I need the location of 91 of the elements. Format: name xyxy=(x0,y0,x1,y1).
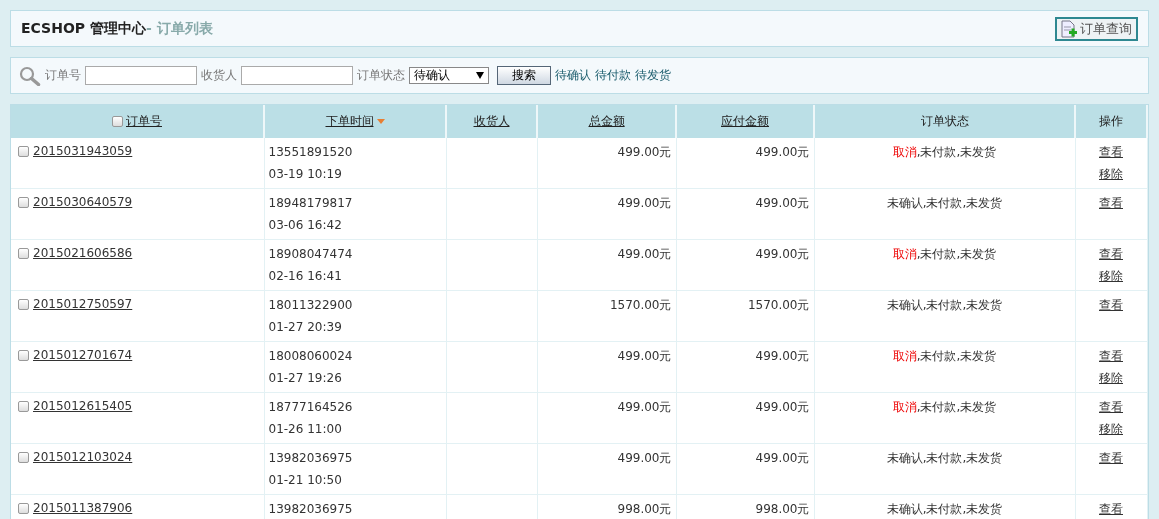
order-number-link[interactable]: 2015012103024 xyxy=(33,450,133,464)
action-link[interactable]: 查看 xyxy=(1099,451,1123,465)
row-checkbox[interactable] xyxy=(18,349,29,361)
payable-amount: 499.00元 xyxy=(755,247,810,261)
phone-number: 13982036975 xyxy=(268,501,354,518)
action-link[interactable]: 查看 xyxy=(1099,145,1123,159)
order-time: 01-27 20:39 xyxy=(268,319,343,336)
order-number-link[interactable]: 2015012701674 xyxy=(33,348,133,362)
column-header[interactable]: 下单时间 xyxy=(264,105,446,138)
order-number-link[interactable]: 2015011387906 xyxy=(33,501,133,515)
phone-number: 18011322900 xyxy=(268,297,354,314)
order-time: 03-06 16:42 xyxy=(268,217,343,234)
action-link[interactable]: 移除 xyxy=(1099,422,1123,436)
column-header[interactable]: 应付金额 xyxy=(676,105,814,138)
consignee-field[interactable] xyxy=(241,66,353,85)
payable-amount: 499.00元 xyxy=(755,451,810,465)
order-time: 01-21 10:50 xyxy=(268,472,343,489)
order-query-button[interactable]: 订单查询 xyxy=(1055,16,1138,41)
action-link[interactable]: 移除 xyxy=(1099,269,1123,283)
order-status: 取消,未付款,未发货 xyxy=(892,145,997,159)
row-checkbox[interactable] xyxy=(18,400,29,412)
row-checkbox[interactable] xyxy=(18,145,29,157)
total-amount: 499.00元 xyxy=(617,196,672,210)
payable-amount: 499.00元 xyxy=(755,196,810,210)
page-subtitle: - 订单列表 xyxy=(145,19,213,36)
row-checkbox[interactable] xyxy=(18,196,29,208)
page-title: ECSHOP 管理中心 xyxy=(21,19,146,36)
action-link[interactable]: 查看 xyxy=(1099,400,1123,414)
select-all-checkbox[interactable] xyxy=(112,116,123,127)
row-checkbox[interactable] xyxy=(18,247,29,259)
order-time: 03-19 10:19 xyxy=(268,166,343,183)
order-status-label: 订单状态 xyxy=(357,67,405,84)
payable-amount: 499.00元 xyxy=(755,400,810,414)
action-link[interactable]: 查看 xyxy=(1099,298,1123,312)
order-number-label: 订单号 xyxy=(45,67,81,84)
total-amount: 499.00元 xyxy=(617,400,672,414)
phone-number: 18008060024 xyxy=(268,348,354,365)
action-link[interactable]: 查看 xyxy=(1099,247,1123,261)
order-number-link[interactable]: 2015012615405 xyxy=(33,399,133,413)
phone-number: 13982036975 xyxy=(268,450,354,467)
consignee-label: 收货人 xyxy=(201,67,237,84)
column-header: 订单状态 xyxy=(814,105,1075,138)
payable-amount: 998.00元 xyxy=(755,502,810,516)
action-link[interactable]: 移除 xyxy=(1099,167,1123,181)
order-time: 02-16 16:41 xyxy=(268,268,343,285)
action-link[interactable]: 移除 xyxy=(1099,371,1123,385)
quick-filter-link[interactable]: 待付款 xyxy=(595,67,631,84)
phone-number: 18777164526 xyxy=(268,399,354,416)
order-status-dropdown[interactable]: 待确认 xyxy=(409,67,489,84)
total-amount: 499.00元 xyxy=(617,247,672,261)
total-amount: 499.00元 xyxy=(617,145,672,159)
total-amount: 499.00元 xyxy=(617,451,672,465)
order-number-link[interactable]: 2015031943059 xyxy=(33,144,133,158)
order-time: 01-27 19:26 xyxy=(268,370,343,387)
order-number-link[interactable]: 2015021606586 xyxy=(33,246,133,260)
column-header[interactable]: 总金额 xyxy=(537,105,676,138)
action-link[interactable]: 查看 xyxy=(1099,196,1123,210)
payable-amount: 1570.00元 xyxy=(747,298,810,312)
order-time: 01-26 11:00 xyxy=(268,421,343,438)
phone-number: 13551891520 xyxy=(268,144,354,161)
total-amount: 998.00元 xyxy=(617,502,672,516)
order-number-field[interactable] xyxy=(85,66,197,85)
order-number-link[interactable]: 2015012750597 xyxy=(33,297,133,311)
dropdown-arrow-icon xyxy=(476,72,484,79)
total-amount: 1570.00元 xyxy=(609,298,672,312)
payable-amount: 499.00元 xyxy=(755,145,810,159)
phone-number: 18948179817 xyxy=(268,195,354,212)
order-status: 取消,未付款,未发货 xyxy=(892,349,997,363)
order-number-link[interactable]: 2015030640579 xyxy=(33,195,133,209)
column-header[interactable]: 收货人 xyxy=(446,105,537,138)
quick-filter-link[interactable]: 待确认 xyxy=(555,67,591,84)
quick-filter-link[interactable]: 待发货 xyxy=(635,67,671,84)
order-status: 未确认,未付款,未发货 xyxy=(886,502,1003,516)
add-document-icon xyxy=(1061,19,1077,38)
action-link[interactable]: 查看 xyxy=(1099,349,1123,363)
order-status: 未确认,未付款,未发货 xyxy=(886,451,1003,465)
column-header: 操作 xyxy=(1075,105,1147,138)
row-checkbox[interactable] xyxy=(18,298,29,310)
action-link[interactable]: 查看 xyxy=(1099,502,1123,516)
order-status: 取消,未付款,未发货 xyxy=(892,247,997,261)
row-checkbox[interactable] xyxy=(18,502,29,514)
search-button[interactable]: 搜索 xyxy=(497,66,551,85)
order-status: 未确认,未付款,未发货 xyxy=(886,298,1003,312)
row-checkbox[interactable] xyxy=(18,451,29,463)
column-header[interactable]: 订单号 xyxy=(11,105,264,138)
payable-amount: 499.00元 xyxy=(755,349,810,363)
total-amount: 499.00元 xyxy=(617,349,672,363)
order-status: 未确认,未付款,未发货 xyxy=(886,196,1003,210)
phone-number: 18908047474 xyxy=(268,246,354,263)
order-status: 取消,未付款,未发货 xyxy=(892,400,997,414)
search-icon xyxy=(19,65,41,86)
